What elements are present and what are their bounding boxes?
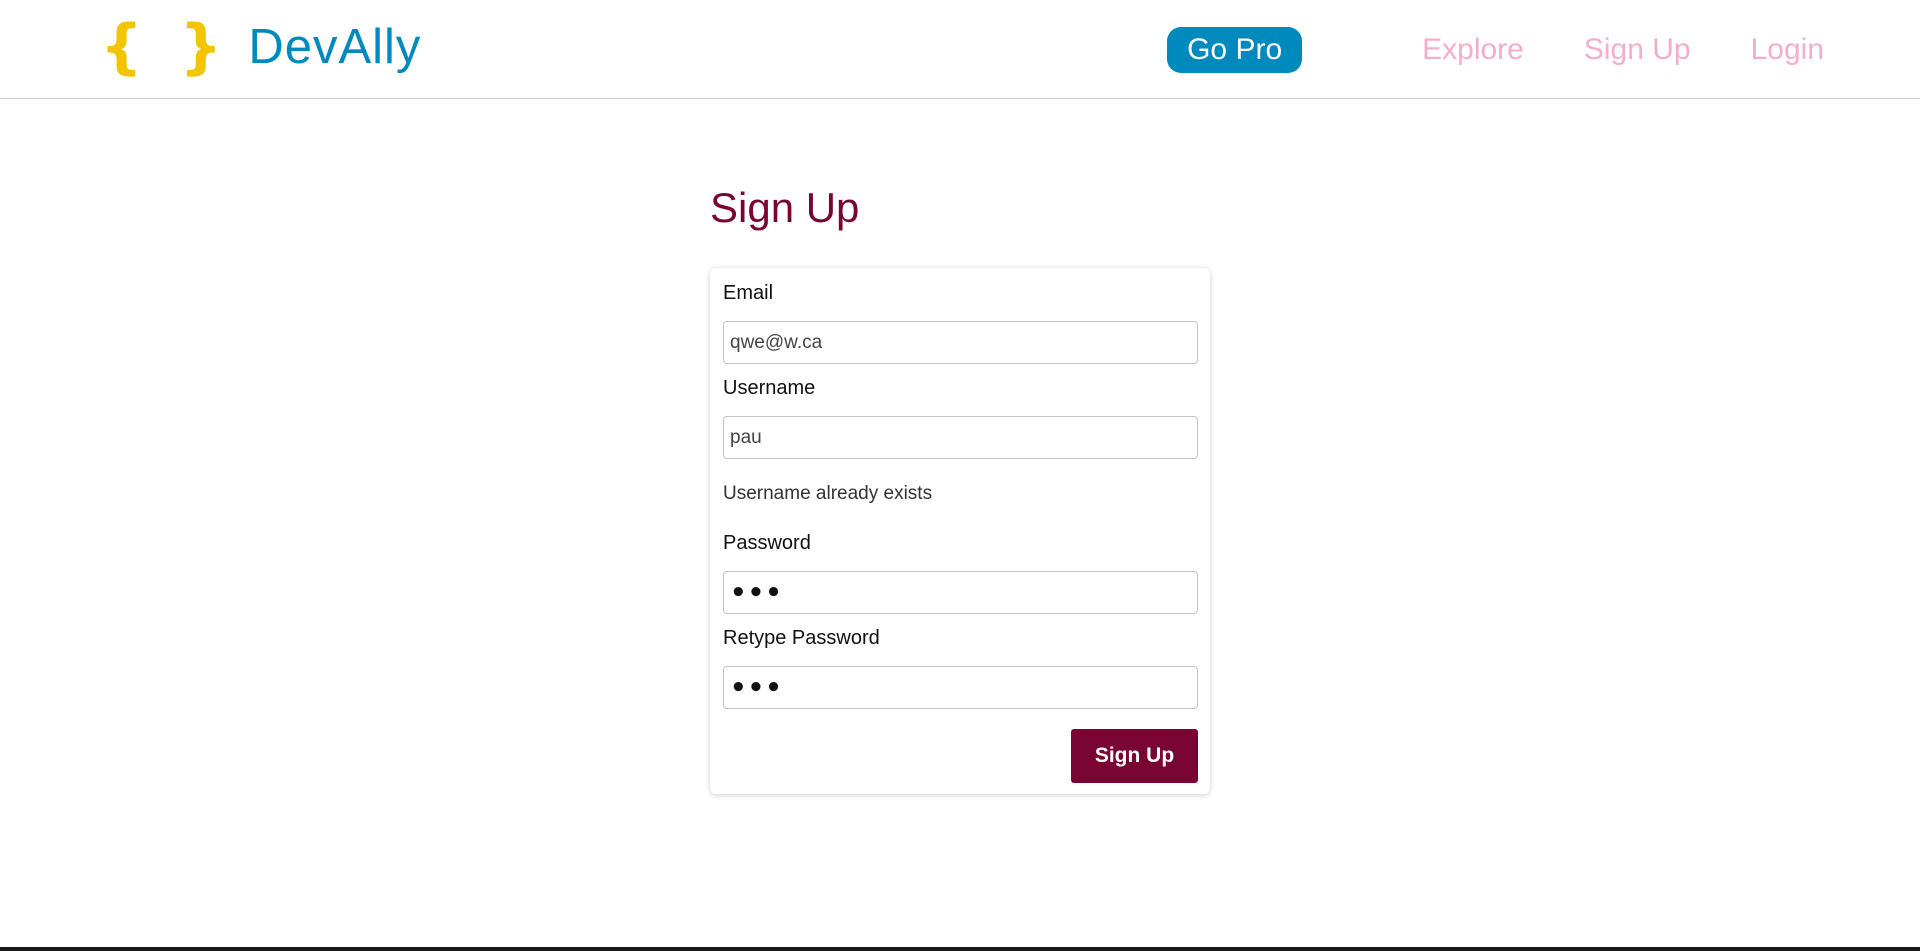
nav-login-link[interactable]: Login [1751,33,1824,67]
username-field[interactable] [723,416,1198,459]
top-navbar: { } DevAlly Go Pro Explore Sign Up Login [0,0,1920,99]
password-field[interactable] [723,571,1198,614]
bottom-border [0,947,1920,951]
username-error-message: Username already exists [723,483,933,504]
signup-form-card: Email Username Username already exists P… [710,268,1210,794]
password-label: Password [723,532,811,554]
email-label: Email [723,282,774,304]
curly-braces-icon: { } [100,12,231,82]
nav-explore-link[interactable]: Explore [1422,33,1524,67]
go-pro-button[interactable]: Go Pro [1167,27,1303,73]
nav-links: Go Pro Explore Sign Up Login [1167,27,1824,73]
retype-password-field[interactable] [723,666,1198,709]
nav-sign-up-link[interactable]: Sign Up [1584,33,1691,67]
retype-password-label: Retype Password [723,627,880,649]
brand-name: DevAlly [248,20,422,74]
brand-logo[interactable]: { } DevAlly [100,14,421,80]
username-label: Username [723,377,816,399]
email-field[interactable] [723,321,1198,364]
page-title: Sign Up [710,184,860,231]
sign-up-submit-button[interactable]: Sign Up [1071,729,1198,783]
